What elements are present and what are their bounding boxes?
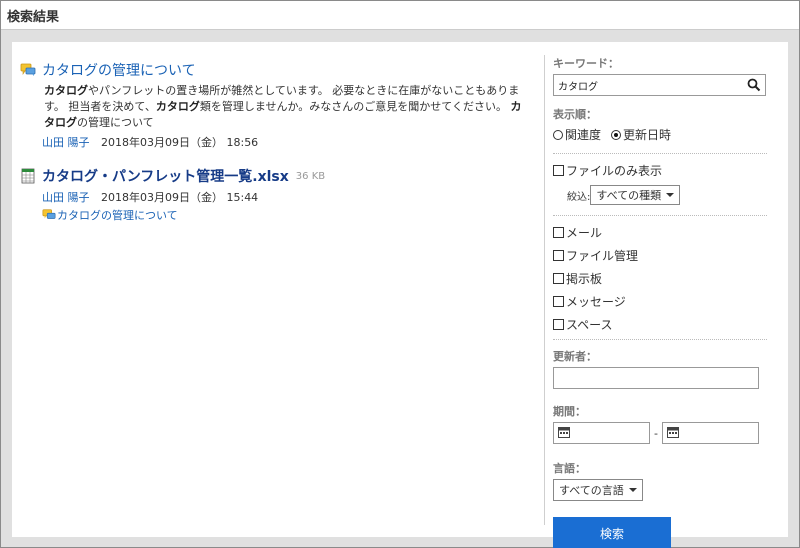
language-value: すべての言語	[559, 484, 624, 497]
result-title-link[interactable]: カタログの管理について	[42, 60, 196, 80]
divider	[553, 339, 767, 340]
category-label: ファイル管理	[566, 249, 639, 263]
author-link[interactable]: 山田 陽子	[42, 136, 90, 149]
chevron-down-icon	[666, 193, 675, 197]
file-type-select[interactable]: すべての種類	[590, 185, 681, 205]
narrow-label: 絞込:	[567, 191, 591, 203]
result-title-link[interactable]: カタログ・パンフレット管理一覧.xlsx	[42, 166, 289, 186]
sort-relevance-radio[interactable]	[553, 129, 563, 140]
author-link[interactable]: 山田 陽子	[42, 191, 90, 204]
search-sidebar: キーワード： 表示順： 関連度 更新日時 ファイルのみ表示 絞込: すべての種類	[553, 55, 768, 548]
sort-updated-radio[interactable]	[611, 129, 622, 140]
category-board-row[interactable]: 掲示板	[553, 270, 768, 287]
period-range: -	[553, 422, 768, 444]
narrow-row: 絞込: すべての種類	[567, 185, 768, 205]
related-link[interactable]: カタログの管理について	[57, 207, 178, 223]
category-mail-row[interactable]: メール	[553, 224, 768, 241]
search-icon[interactable]	[747, 78, 761, 92]
page-header: 検索結果	[1, 1, 799, 30]
category-message-checkbox[interactable]	[553, 296, 564, 307]
calendar-icon[interactable]	[558, 426, 570, 441]
result-datetime: 2018年03月09日（金） 15:44	[101, 191, 259, 204]
result-snippet: カタログやパンフレットの置き場所が雑然としています。 必要なときに在庫がないこと…	[44, 83, 532, 131]
period-start-field[interactable]	[553, 422, 650, 444]
chevron-down-icon	[628, 488, 637, 492]
message-icon	[20, 62, 36, 78]
category-space-row[interactable]: スペース	[553, 316, 768, 333]
keyword-field	[553, 74, 766, 96]
sort-label: 表示順：	[553, 108, 597, 121]
updater-label: 更新者：	[553, 350, 597, 363]
period-separator: -	[654, 426, 658, 440]
category-file-row[interactable]: ファイル管理	[553, 247, 768, 264]
snippet-text: の管理について	[77, 116, 154, 129]
page-title: 検索結果	[7, 10, 60, 25]
column-divider	[544, 55, 545, 525]
category-board-checkbox[interactable]	[553, 273, 564, 284]
result-meta: 山田 陽子 2018年03月09日（金） 15:44	[42, 189, 532, 205]
result-item: カタログ・パンフレット管理一覧.xlsx 36 KB 山田 陽子 2018年03…	[20, 166, 532, 223]
category-label: メール	[566, 226, 603, 240]
updater-input[interactable]	[553, 367, 759, 389]
result-item: カタログの管理について カタログやパンフレットの置き場所が雑然としています。 必…	[20, 60, 532, 150]
category-space-checkbox[interactable]	[553, 319, 564, 330]
file-type-value: すべての種類	[596, 189, 662, 202]
sort-updated-label: 更新日時	[623, 128, 672, 142]
snippet-text: 類を管理しませんか。みなさんのご意見を聞かせてください。	[199, 100, 511, 113]
category-label: スペース	[566, 318, 613, 332]
keyword-input[interactable]	[558, 79, 747, 91]
language-label: 言語：	[553, 462, 586, 475]
divider	[553, 215, 767, 216]
calendar-icon[interactable]	[667, 426, 679, 441]
category-label: メッセージ	[566, 295, 626, 309]
sort-updated-option[interactable]: 更新日時	[611, 126, 671, 143]
file-only-checkbox-row[interactable]: ファイルのみ表示	[553, 162, 768, 179]
category-message-row[interactable]: メッセージ	[553, 293, 768, 310]
category-mail-checkbox[interactable]	[553, 227, 564, 238]
search-button[interactable]: 検索	[553, 517, 671, 548]
result-datetime: 2018年03月09日（金） 18:56	[101, 136, 259, 149]
period-end-field[interactable]	[662, 422, 759, 444]
language-select[interactable]: すべての言語	[553, 479, 643, 501]
snippet-highlight: カタログ	[155, 100, 200, 113]
period-label: 期間：	[553, 405, 586, 418]
message-icon	[42, 208, 56, 222]
related-item: カタログの管理について	[42, 207, 532, 223]
category-label: 掲示板	[566, 272, 603, 286]
file-only-checkbox[interactable]	[553, 165, 564, 176]
divider	[553, 153, 767, 154]
result-meta: 山田 陽子 2018年03月09日（金） 18:56	[42, 134, 532, 150]
sort-relevance-label: 関連度	[565, 128, 602, 142]
snippet-highlight: カタログ	[44, 84, 88, 97]
spreadsheet-icon	[20, 168, 36, 184]
results-list: カタログの管理について カタログやパンフレットの置き場所が雑然としています。 必…	[20, 60, 532, 239]
file-size: 36 KB	[295, 170, 326, 182]
file-only-label: ファイルのみ表示	[566, 164, 663, 178]
keyword-label: キーワード：	[553, 57, 619, 70]
sort-options: 関連度 更新日時	[553, 126, 768, 143]
sort-relevance-option[interactable]: 関連度	[553, 126, 601, 143]
category-file-checkbox[interactable]	[553, 250, 564, 261]
